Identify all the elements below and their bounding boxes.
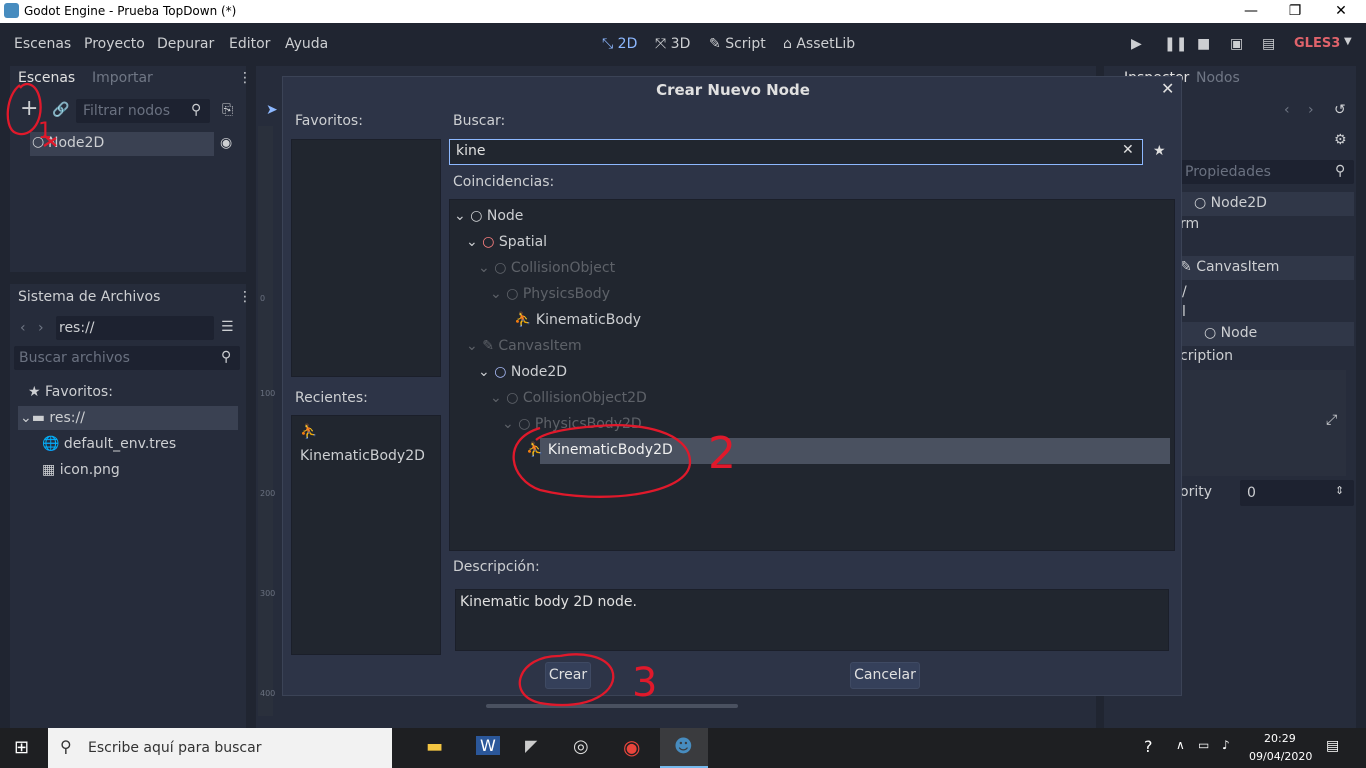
steam-icon[interactable]: ◎	[573, 736, 589, 757]
search-icon: ⚲	[60, 737, 72, 756]
volume-icon[interactable]: ♪	[1222, 738, 1230, 752]
notifications-icon[interactable]: ▤	[1326, 738, 1339, 754]
taskbar-time[interactable]: 20:29	[1264, 732, 1296, 745]
word-icon[interactable]: W	[476, 736, 500, 755]
annotation-number-2: 2	[708, 428, 736, 479]
annotation-number-3: 3	[632, 660, 657, 706]
game-app-icon[interactable]: ◤	[525, 736, 537, 755]
taskbar-date[interactable]: 09/04/2020	[1249, 750, 1312, 763]
annotation-circle-2	[512, 424, 692, 498]
godot-logo-icon: ☻	[674, 736, 693, 757]
taskbar-search-box[interactable]: ⚲ Escribe aquí para buscar	[48, 728, 392, 768]
file-explorer-icon[interactable]: ▬	[426, 736, 443, 757]
chrome-icon[interactable]: ◉	[623, 735, 640, 759]
annotation-overlay: 1 2 3	[6, 82, 736, 707]
annotation-circle-1	[6, 82, 42, 136]
tray-chevron-icon[interactable]: ∧	[1176, 738, 1185, 752]
godot-taskbar-button[interactable]: ☻	[660, 728, 708, 768]
taskbar-search-placeholder: Escribe aquí para buscar	[88, 740, 262, 756]
windows-start-icon[interactable]: ⊞	[14, 737, 29, 758]
annotation-circle-3	[518, 653, 615, 707]
annotation-number-1: 1	[38, 119, 52, 144]
network-icon[interactable]: ▭	[1198, 738, 1209, 752]
help-icon[interactable]: ?	[1144, 737, 1153, 756]
